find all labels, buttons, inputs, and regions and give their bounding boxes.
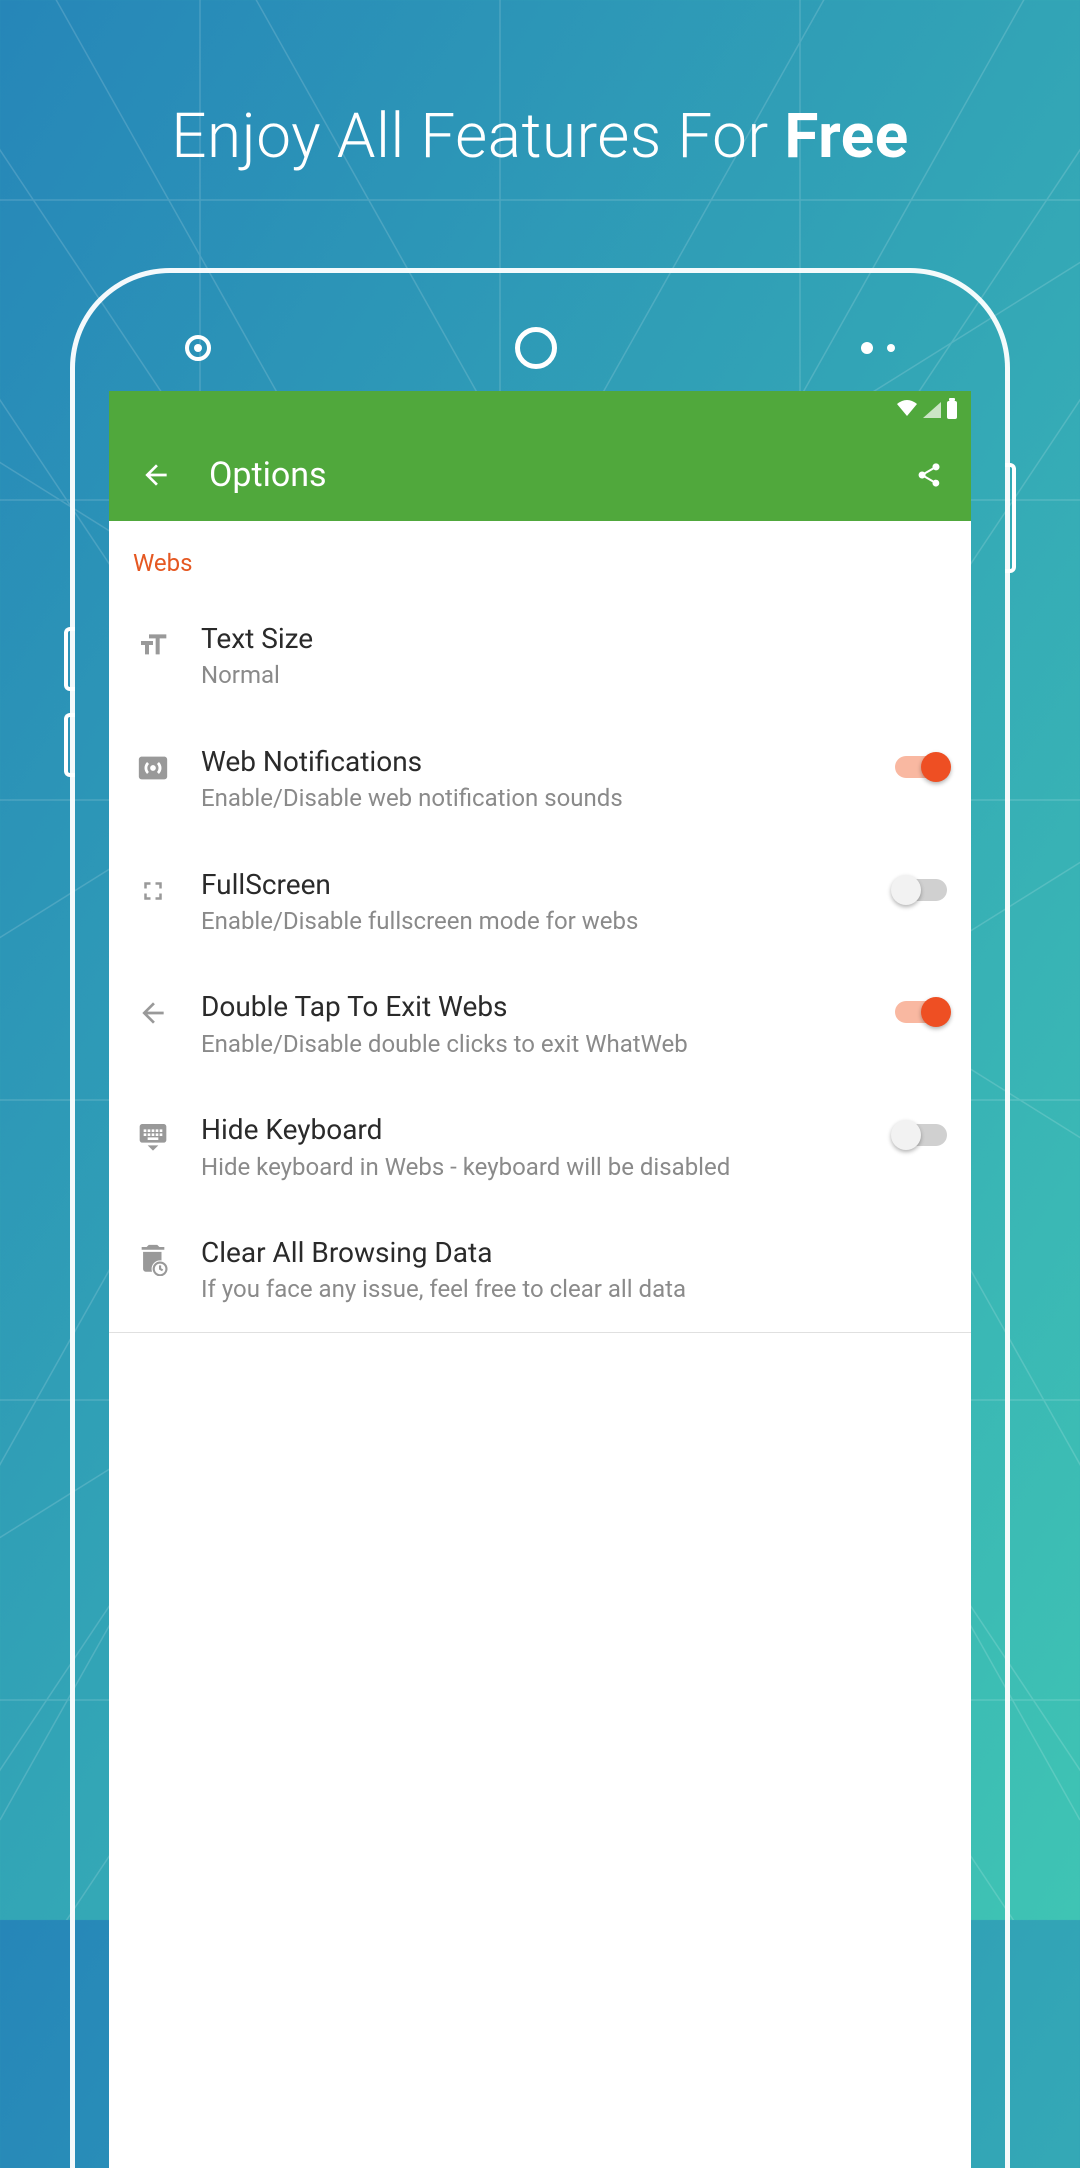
row-fullscreen[interactable]: FullScreen Enable/Disable fullscreen mod…	[109, 841, 971, 964]
cell-signal-icon	[923, 402, 941, 418]
row-subtitle: Hide keyboard in Webs - keyboard will be…	[201, 1151, 867, 1183]
app-bar: Options	[109, 429, 971, 521]
arrow-left-icon	[140, 459, 172, 491]
toggle-double-tap[interactable]	[895, 1001, 947, 1023]
row-subtitle: Enable/Disable fullscreen mode for webs	[201, 905, 867, 937]
row-clear-browsing-data[interactable]: Clear All Browsing Data If you face any …	[109, 1209, 971, 1332]
appbar-title: Options	[209, 455, 909, 495]
wifi-icon	[897, 400, 917, 420]
speaker-icon	[515, 327, 557, 369]
row-title: Text Size	[201, 621, 947, 657]
camera-dot-icon	[185, 335, 211, 361]
fullscreen-icon	[133, 871, 173, 911]
battery-icon	[947, 401, 957, 419]
list-divider	[109, 1332, 971, 1333]
row-subtitle: Enable/Disable double clicks to exit Wha…	[201, 1028, 867, 1060]
hero-prefix: Enjoy All Features For	[171, 100, 784, 173]
sensor-dot-icon	[861, 342, 873, 354]
keyboard-hide-icon	[133, 1116, 173, 1156]
row-subtitle: Enable/Disable web notification sounds	[201, 782, 867, 814]
row-title: Web Notifications	[201, 744, 867, 780]
auto-delete-icon	[133, 1239, 173, 1279]
share-button[interactable]	[909, 461, 949, 489]
row-text-size[interactable]: Text Size Normal	[109, 595, 971, 718]
row-title: Hide Keyboard	[201, 1112, 867, 1148]
row-web-notifications[interactable]: Web Notifications Enable/Disable web not…	[109, 718, 971, 841]
phone-sensors	[75, 327, 1005, 369]
row-double-tap-exit[interactable]: Double Tap To Exit Webs Enable/Disable d…	[109, 963, 971, 1086]
back-button[interactable]	[131, 459, 181, 491]
phone-side-button-left-1	[64, 627, 75, 691]
phone-side-button-right	[1005, 463, 1016, 573]
hero-bold: Free	[784, 100, 908, 173]
phone-screen: Options Webs Text Size Normal	[109, 391, 971, 2168]
row-title: Double Tap To Exit Webs	[201, 989, 867, 1025]
phone-side-button-left-2	[64, 713, 75, 777]
hero-headline: Enjoy All Features For Free	[0, 0, 1080, 173]
arrow-left-icon	[133, 993, 173, 1033]
toggle-web-notifications[interactable]	[895, 756, 947, 778]
row-hide-keyboard[interactable]: Hide Keyboard Hide keyboard in Webs - ke…	[109, 1086, 971, 1209]
toggle-fullscreen[interactable]	[895, 879, 947, 901]
row-title: FullScreen	[201, 867, 867, 903]
text-size-icon	[133, 625, 173, 665]
sensor-group	[861, 342, 895, 354]
row-subtitle: Normal	[201, 659, 947, 691]
row-subtitle: If you face any issue, feel free to clea…	[201, 1273, 947, 1305]
surround-sound-icon	[133, 748, 173, 788]
toggle-hide-keyboard[interactable]	[895, 1124, 947, 1146]
settings-list: Webs Text Size Normal Web Notifications	[109, 521, 971, 1333]
sensor-dot-small-icon	[887, 344, 895, 352]
share-icon	[915, 461, 943, 489]
section-label-webs: Webs	[109, 521, 971, 595]
row-title: Clear All Browsing Data	[201, 1235, 947, 1271]
status-bar	[109, 391, 971, 429]
phone-outline: Options Webs Text Size Normal	[70, 268, 1010, 2168]
